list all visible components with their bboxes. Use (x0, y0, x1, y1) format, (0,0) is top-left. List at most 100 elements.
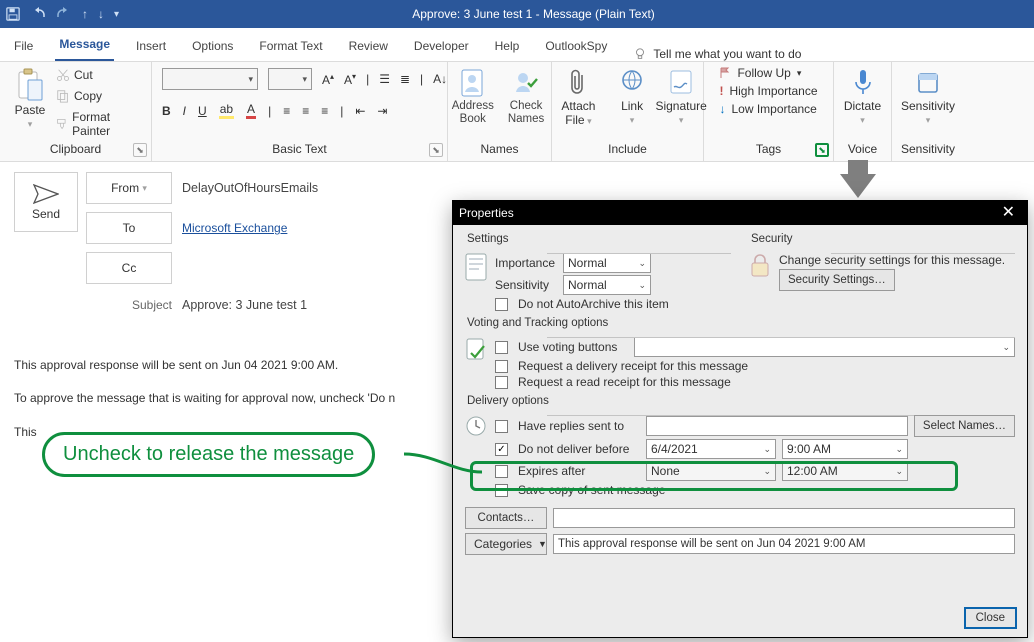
dnd-label: Do not deliver before (518, 442, 640, 456)
link-icon (619, 68, 645, 98)
group-basic-text: ▾ ▾ A▴ A▾ | ☰ ≣ | A↓ B I U ab A | ≡ ≡ ≡ … (152, 62, 448, 161)
contacts-button[interactable]: Contacts… (465, 507, 547, 529)
paste-button[interactable]: Paste▾ (10, 66, 50, 132)
arrow-up-icon[interactable]: ↑ (82, 7, 88, 21)
expires-time-select[interactable]: 12:00 AM⌄ (782, 461, 908, 481)
dnd-time-select[interactable]: 9:00 AM⌄ (782, 439, 908, 459)
font-family-select[interactable]: ▾ (162, 68, 258, 90)
bulb-icon (633, 47, 647, 61)
bold-icon[interactable]: B (162, 104, 171, 118)
link-button[interactable]: Link▾ (612, 66, 652, 128)
sensitivity-button[interactable]: Sensitivity▾ (897, 66, 959, 128)
arrow-down-icon[interactable]: ↓ (98, 7, 104, 21)
indent-decrease-icon[interactable]: ⇤ (355, 104, 365, 118)
save-icon[interactable] (6, 7, 20, 21)
follow-up-button[interactable]: Follow Up▾ (719, 66, 801, 80)
req-read-checkbox[interactable] (495, 376, 508, 389)
tab-message[interactable]: Message (55, 31, 114, 61)
undo-icon[interactable] (30, 7, 46, 21)
tab-outlookspy[interactable]: OutlookSpy (541, 33, 611, 61)
redo-icon[interactable] (56, 7, 72, 21)
group-label-sens: Sensitivity (901, 142, 955, 156)
contacts-input[interactable] (553, 508, 1015, 528)
high-importance-button[interactable]: ! High Importance (719, 84, 817, 98)
expires-date-select[interactable]: None⌄ (646, 461, 776, 481)
categories-value[interactable]: This approval response will be sent on J… (553, 534, 1015, 554)
basic-text-dialog-launcher-icon[interactable]: ⬊ (429, 143, 443, 157)
sensitivity-select[interactable]: Normal⌄ (563, 275, 651, 295)
to-button[interactable]: To (86, 212, 172, 244)
grow-font-icon[interactable]: A▴ (322, 72, 334, 87)
group-names: Address Book Check Names Names (448, 62, 552, 161)
signature-button[interactable]: Signature▾ (658, 66, 704, 128)
align-center-icon[interactable]: ≡ (302, 104, 309, 118)
settings-icon (465, 253, 487, 281)
numbering-icon[interactable]: ≣ (400, 72, 410, 86)
bullets-icon[interactable]: ☰ (379, 72, 390, 86)
align-left-icon[interactable]: ≡ (283, 104, 290, 118)
no-autoarchive-checkbox[interactable] (495, 298, 508, 311)
tab-file[interactable]: File (10, 33, 37, 61)
format-painter-button[interactable]: Format Painter (56, 110, 141, 138)
select-names-button[interactable]: Select Names… (914, 415, 1015, 437)
down-arrow-icon: ↓ (719, 102, 725, 116)
properties-dialog: Properties ✕ Settings Importance Normal⌄ (452, 200, 1028, 638)
group-label-basic: Basic Text (272, 142, 326, 156)
dictate-button[interactable]: Dictate▾ (840, 66, 885, 128)
group-label-names: Names (480, 142, 518, 156)
categories-button[interactable]: Categories▼ (465, 533, 547, 555)
cc-button[interactable]: Cc (86, 252, 172, 284)
attach-file-button[interactable]: Attach File ▾ (551, 66, 606, 129)
to-label: To (123, 221, 136, 235)
dnd-checkbox[interactable]: ✓ (495, 443, 508, 456)
to-value[interactable]: Microsoft Exchange (182, 221, 287, 235)
tags-dialog-launcher-icon[interactable]: ⬊ (815, 143, 829, 157)
close-icon[interactable]: ✕ (996, 205, 1021, 221)
security-settings-button[interactable]: Security Settings… (779, 269, 895, 291)
expires-date-value: None (651, 464, 680, 478)
dialog-titlebar[interactable]: Properties ✕ (453, 201, 1027, 225)
painter-label: Format Painter (72, 110, 141, 138)
close-button[interactable]: Close (964, 607, 1017, 629)
tab-help[interactable]: Help (491, 33, 524, 61)
callout-text: Uncheck to release the message (42, 432, 375, 477)
italic-icon[interactable]: I (183, 104, 186, 118)
cc-label: Cc (122, 261, 137, 275)
align-right-icon[interactable]: ≡ (321, 104, 328, 118)
tab-review[interactable]: Review (345, 33, 392, 61)
shrink-font-icon[interactable]: A▾ (344, 72, 356, 87)
underline-icon[interactable]: U (198, 104, 207, 118)
low-importance-button[interactable]: ↓ Low Importance (719, 102, 816, 116)
tell-me-search[interactable]: Tell me what you want to do (633, 47, 801, 61)
indent-increase-icon[interactable]: ⇥ (377, 104, 387, 118)
tab-format-text[interactable]: Format Text (255, 33, 326, 61)
subject-value[interactable]: Approve: 3 June test 1 (182, 298, 307, 312)
tab-developer[interactable]: Developer (410, 33, 473, 61)
cut-button[interactable]: Cut (56, 68, 141, 82)
address-book-button[interactable]: Address Book (449, 66, 496, 127)
use-voting-checkbox[interactable] (495, 341, 508, 354)
clipboard-dialog-launcher-icon[interactable]: ⬊ (133, 143, 147, 157)
font-color-icon[interactable]: A (246, 102, 256, 119)
sort-icon[interactable]: A↓ (433, 72, 447, 86)
highlight-icon[interactable]: ab (219, 102, 234, 119)
tab-options[interactable]: Options (188, 33, 237, 61)
req-delivery-checkbox[interactable] (495, 360, 508, 373)
font-size-select[interactable]: ▾ (268, 68, 312, 90)
importance-select[interactable]: Normal⌄ (563, 253, 651, 273)
dnd-date-select[interactable]: 6/4/2021⌄ (646, 439, 776, 459)
save-copy-checkbox[interactable] (495, 484, 508, 497)
importance-label: Importance (495, 256, 557, 270)
have-replies-checkbox[interactable] (495, 420, 508, 433)
from-button[interactable]: From ▾ (86, 172, 172, 204)
low-importance-label: Low Importance (731, 102, 816, 116)
tab-insert[interactable]: Insert (132, 33, 170, 61)
copy-button[interactable]: Copy (56, 89, 141, 103)
check-names-icon (513, 68, 539, 98)
group-tags: Follow Up▾ ! High Importance ↓ Low Impor… (704, 62, 834, 161)
have-replies-input[interactable] (646, 416, 908, 436)
voting-buttons-select[interactable]: ⌄ (634, 337, 1015, 357)
check-names-button[interactable]: Check Names (502, 66, 549, 127)
expires-checkbox[interactable] (495, 465, 508, 478)
send-button[interactable]: Send (14, 172, 78, 232)
